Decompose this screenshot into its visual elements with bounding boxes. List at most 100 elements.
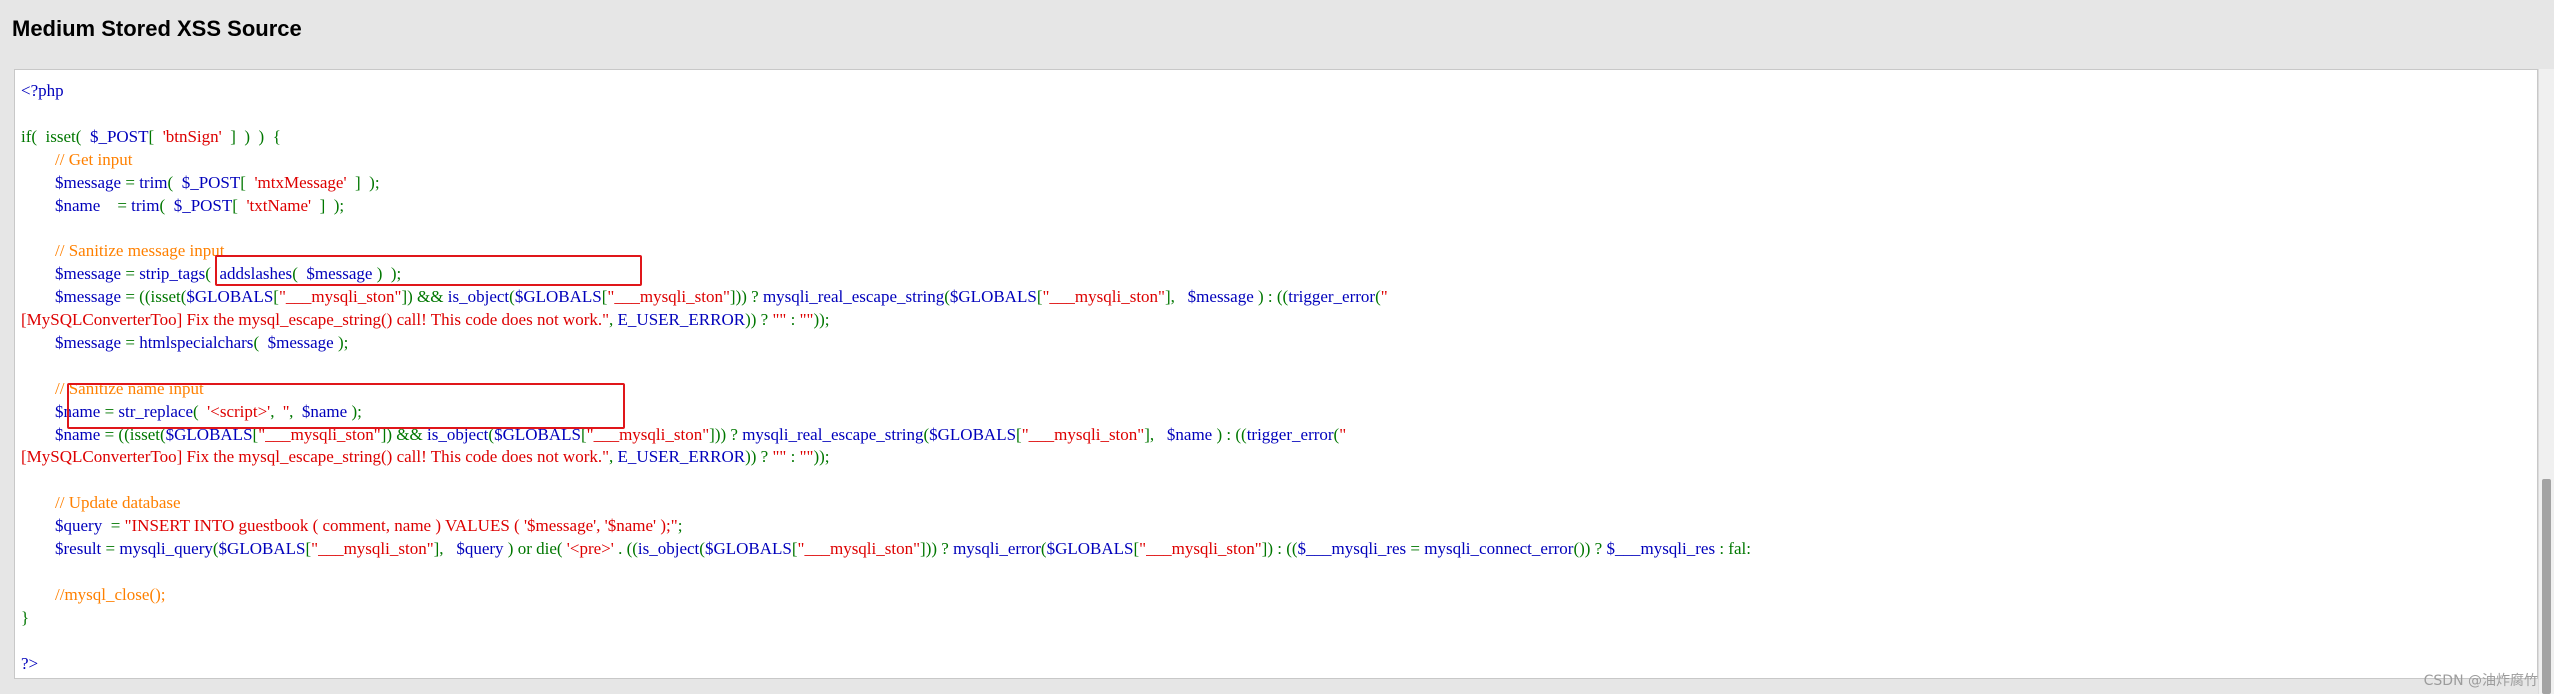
code-token-default: $result xyxy=(21,539,106,558)
code-token-default: trim xyxy=(139,172,168,192)
code-token-keyword: ])) ? xyxy=(709,424,743,444)
code-token-keyword: ], xyxy=(1144,424,1167,444)
code-line: } xyxy=(21,607,29,629)
code-token-default: $___mysqli_res xyxy=(1606,539,1720,558)
code-token-default: $___mysqli_res xyxy=(1297,539,1411,558)
code-token-keyword: ]) : (( xyxy=(1261,539,1298,558)
code-token-default: mysqli_real_escape_string xyxy=(762,287,945,307)
code-token-keyword: [ xyxy=(240,172,255,192)
code-token-default: htmlspecialchars xyxy=(139,332,254,352)
code-token-default: $_POST xyxy=(89,126,149,146)
source-code-panel: <?php if( isset( $_POST[ 'btnSign' ] ) ) … xyxy=(14,69,2538,679)
code-token-keyword: ) or die( xyxy=(507,539,567,558)
code-line: // Sanitize message input xyxy=(21,240,225,262)
code-token-default: mysqli_connect_error xyxy=(1424,539,1574,558)
code-token-keyword: ] ) ) { xyxy=(221,126,281,146)
code-token-string: " xyxy=(1339,424,1347,444)
code-token-default: $GLOBALS xyxy=(949,287,1037,307)
code-token-default: trigger_error xyxy=(1288,287,1376,307)
code-token-default: is_object xyxy=(637,539,700,558)
code-token-string: '<pre>' xyxy=(566,539,619,558)
code-token-default: $GLOBALS xyxy=(218,539,306,558)
code-token-default: mysqli_error xyxy=(953,539,1041,558)
code-token-string: "" xyxy=(772,447,791,467)
code-token-keyword: ()) ? xyxy=(1573,539,1607,558)
code-token-default: is_object xyxy=(447,287,510,307)
code-line: $query = "INSERT INTO guestbook ( commen… xyxy=(21,515,682,537)
code-token-keyword: = xyxy=(125,172,140,192)
code-token-string: "___mysqli_ston" xyxy=(607,287,730,307)
code-token-string: "" xyxy=(799,447,814,467)
code-token-comment: //mysql_close(); xyxy=(21,584,166,604)
code-line: $message = htmlspecialchars( $message ); xyxy=(21,332,348,354)
code-token-keyword: = xyxy=(125,264,140,284)
scrollbar-thumb[interactable] xyxy=(2542,479,2551,694)
code-token-keyword: ] ); xyxy=(346,172,380,192)
code-line: // Get input xyxy=(21,149,132,171)
code-token-default: $GLOBALS xyxy=(1046,539,1134,558)
code-token-default: $message xyxy=(21,264,126,284)
code-token-string: "INSERT INTO guestbook ( comment, name )… xyxy=(124,516,678,536)
code-token-keyword: : xyxy=(790,310,800,329)
code-token-keyword: = ((isset( xyxy=(125,287,187,307)
code-line: // Update database xyxy=(21,492,181,514)
code-token-default: $message xyxy=(21,287,126,307)
code-token-keyword: )); xyxy=(813,447,830,467)
highlight-str-replace xyxy=(67,383,625,429)
code-token-keyword: : xyxy=(790,447,800,467)
code-token-keyword: ], xyxy=(1165,287,1188,307)
code-token-default: $GLOBALS xyxy=(704,539,792,558)
code-token-string: "" xyxy=(799,310,814,329)
code-token-default: $message xyxy=(21,332,126,352)
code-line: $message = trim( $_POST[ 'mtxMessage' ] … xyxy=(21,172,380,194)
code-line: if( isset( $_POST[ 'btnSign' ] ) ) { xyxy=(21,126,281,148)
code-token-default: $_POST xyxy=(181,172,241,192)
code-token-keyword: ( xyxy=(167,172,182,192)
page-title: Medium Stored XSS Source xyxy=(12,16,302,41)
code-token-string: 'btnSign' xyxy=(162,126,222,146)
code-token-default: mysqli_real_escape_string xyxy=(742,424,924,444)
code-token-default: $_POST xyxy=(173,195,233,215)
code-token-default: E_USER_ERROR xyxy=(617,447,746,467)
code-token-default: $message xyxy=(21,172,126,192)
code-token-string: 'mtxMessage' xyxy=(254,172,347,192)
code-token-string: " xyxy=(1380,287,1388,307)
code-token-default: ?> xyxy=(21,653,39,673)
code-line: $name = trim( $_POST[ 'txtName' ] ); xyxy=(21,195,344,217)
code-line: [MySQLConverterToo] Fix the mysql_escape… xyxy=(21,309,830,331)
code-token-keyword: , xyxy=(609,447,618,467)
code-token-keyword: ] ); xyxy=(311,195,345,215)
code-token-keyword: ])) ? xyxy=(920,539,954,558)
code-line: ?> xyxy=(21,653,38,675)
code-token-keyword: ; xyxy=(677,516,683,536)
code-token-keyword: [ xyxy=(148,126,163,146)
code-token-keyword: ); xyxy=(337,332,349,352)
vertical-scrollbar[interactable] xyxy=(2538,69,2554,694)
code-token-string: "___mysqli_ston" xyxy=(797,539,921,558)
code-token-string: "___mysqli_ston" xyxy=(1021,424,1145,444)
code-token-keyword: ( xyxy=(253,332,268,352)
code-token-string: 'txtName' xyxy=(246,195,312,215)
highlight-strip-tags xyxy=(215,255,642,286)
code-token-keyword: : fal: xyxy=(1719,539,1751,558)
code-token-keyword: = xyxy=(110,516,125,536)
code-token-string: "___mysqli_ston" xyxy=(1139,539,1262,558)
code-token-keyword: = xyxy=(117,195,132,215)
code-token-default: $name xyxy=(1166,424,1217,444)
code-token-keyword: = xyxy=(125,332,140,352)
code-token-string: "___mysqli_ston" xyxy=(1042,287,1165,307)
code-token-keyword: , xyxy=(609,310,618,329)
code-token-default: $GLOBALS xyxy=(186,287,274,307)
watermark: CSDN @油炸腐竹 xyxy=(2423,673,2538,689)
code-token-default: $message xyxy=(1187,287,1259,307)
code-token-default: $name xyxy=(21,195,118,215)
code-token-keyword: [ xyxy=(232,195,247,215)
code-token-keyword: ], xyxy=(433,539,457,558)
code-token-string: "___mysqli_ston" xyxy=(278,287,402,307)
code-token-keyword: )); xyxy=(813,310,830,329)
code-token-default: trim xyxy=(131,195,160,215)
code-token-keyword: ( xyxy=(159,195,174,215)
code-line: //mysql_close(); xyxy=(21,584,165,606)
code-token-default: trigger_error xyxy=(1246,424,1334,444)
code-token-keyword: ) : (( xyxy=(1216,424,1247,444)
